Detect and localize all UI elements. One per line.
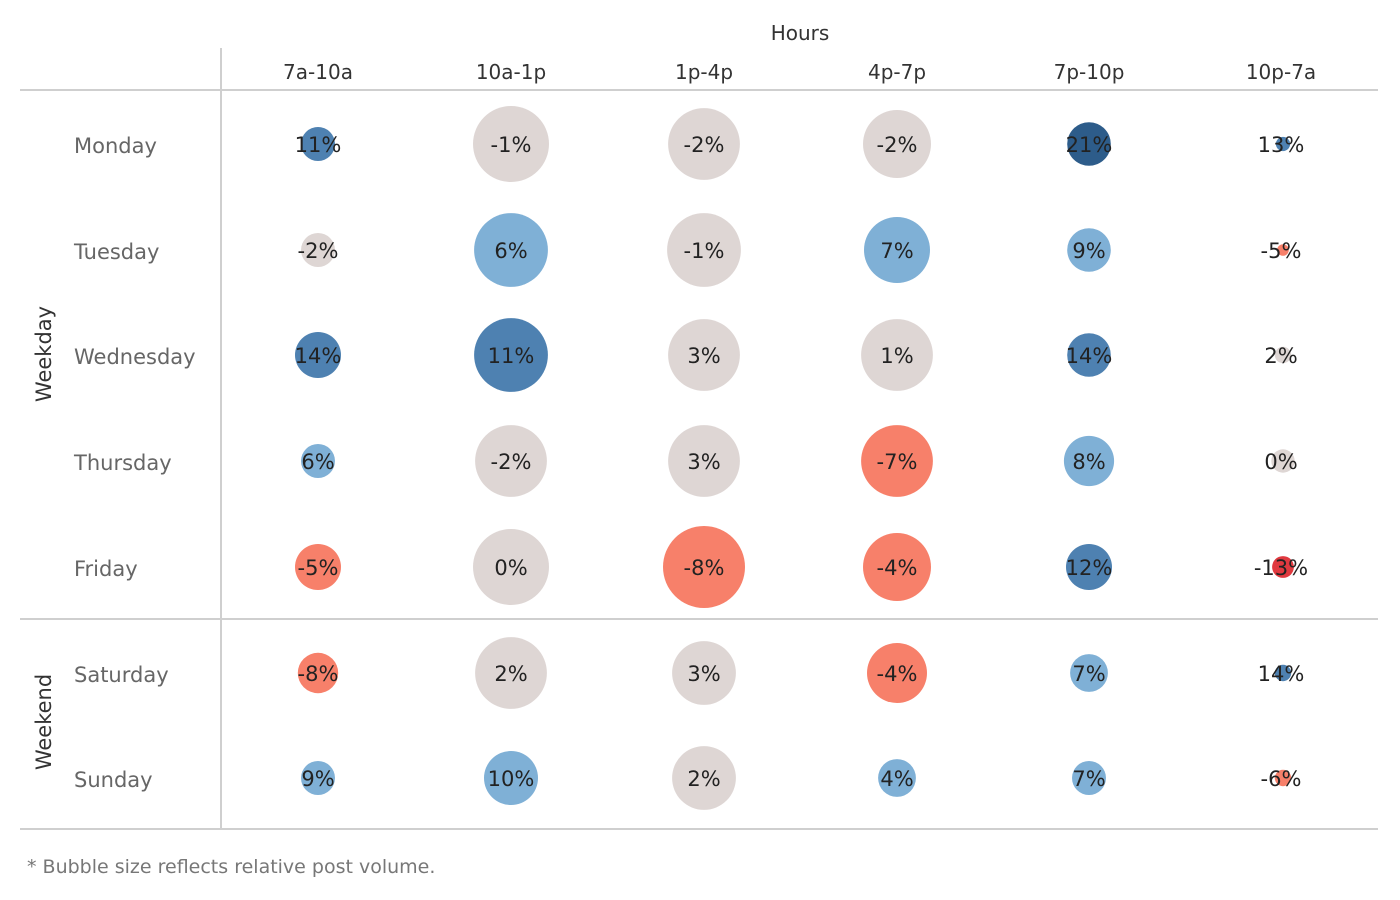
bubble-label: 6% [494,239,527,263]
bubble-label: 8% [1072,450,1105,474]
bubble-label: -5% [1261,239,1302,263]
bubble-label: 3% [687,344,720,368]
bubble-label: 6% [301,450,334,474]
bubble-label: -6% [1261,767,1302,791]
row-label: Thursday [73,451,172,475]
bubble-label: 14% [1258,662,1305,686]
row-label: Tuesday [73,240,159,264]
bubble-label: -2% [877,133,918,157]
bubble-label: 13% [1258,133,1305,157]
column-header: 7a-10a [283,60,353,84]
bubble-label: 7% [880,239,913,263]
bubble-label: 21% [1066,133,1113,157]
bubble-label: 4% [880,767,913,791]
bubble-label: -1% [491,133,532,157]
bubble-label: 1% [880,344,913,368]
footnote: * Bubble size reflects relative post vol… [27,856,435,878]
bubble-label: 2% [1264,344,1297,368]
column-header: 10a-1p [476,60,546,84]
bubble-label: -8% [298,662,339,686]
bubble-label: -4% [877,556,918,580]
bubble-label: 11% [488,344,535,368]
row-label: Friday [74,557,138,581]
bubble-label: 7% [1072,767,1105,791]
bubble-label: -1% [684,239,725,263]
bubble-label: 10% [488,767,535,791]
bubble-label: -2% [298,239,339,263]
group-label: Weekday [32,306,56,402]
bubble-label: 7% [1072,662,1105,686]
column-header: 4p-7p [868,60,926,84]
bubble-label: 14% [295,344,342,368]
row-label: Monday [74,134,157,158]
column-header: 1p-4p [675,60,733,84]
bubble-label: -5% [298,556,339,580]
bubble-label: 0% [494,556,527,580]
bubble-chart: Hours 7a-10a 10a-1p 1p-4p 4p-7p 7p-10p 10p-7a… [20,21,1378,878]
hours-header: Hours [771,21,830,45]
bubble-label: -2% [684,133,725,157]
column-header: 7p-10p [1054,60,1125,84]
bubble-label: 2% [494,662,527,686]
bubble-label: 9% [1072,239,1105,263]
bubble-label: 12% [1066,556,1113,580]
row-label: Saturday [74,663,169,687]
group-label: Weekend [32,674,56,770]
bubble-label: -2% [491,450,532,474]
bubble-label: 9% [301,767,334,791]
bubble-label: 11% [295,133,342,157]
bubble-label: 2% [687,767,720,791]
bubble-label: 3% [687,662,720,686]
row-label: Sunday [74,768,153,792]
column-header: 10p-7a [1246,60,1316,84]
bubble-label: 3% [687,450,720,474]
bubble-label: -13% [1254,556,1308,580]
bubble-label: 0% [1264,450,1297,474]
bubble-label: 14% [1066,344,1113,368]
bubble-label: -7% [877,450,918,474]
bubble-label: -4% [877,662,918,686]
bubble-label: -8% [684,556,725,580]
row-label: Wednesday [74,345,196,369]
